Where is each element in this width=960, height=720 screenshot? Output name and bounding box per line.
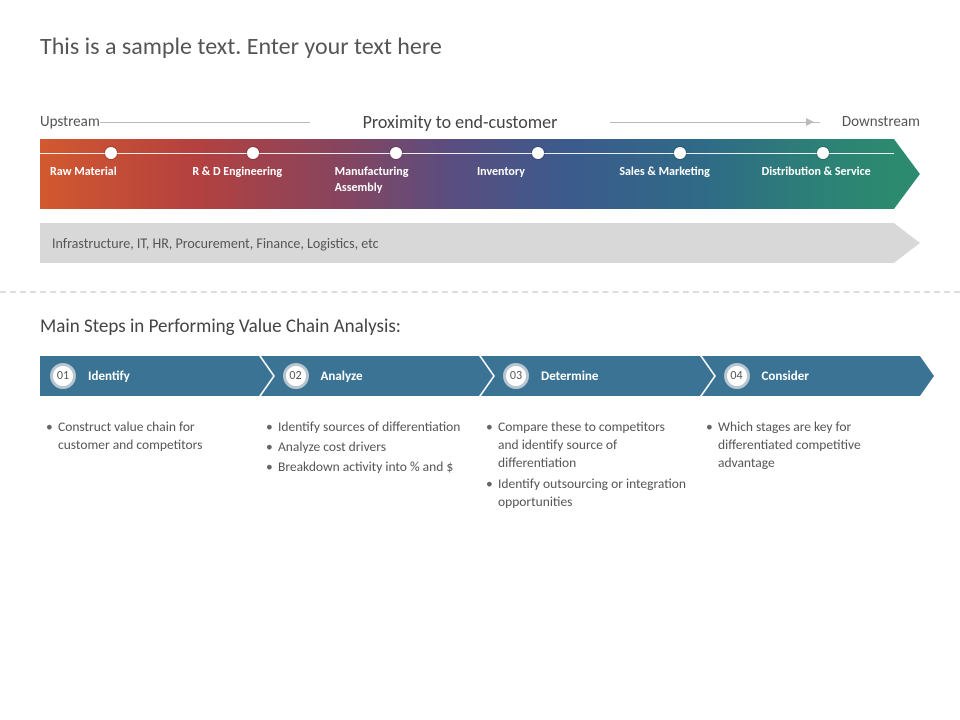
dot-icon — [105, 147, 117, 159]
list-item: Analyze cost drivers — [264, 438, 466, 456]
step-label: Analyze — [321, 369, 363, 384]
proximity-center-label: Proximity to end-customer — [110, 111, 810, 133]
list-item: Compare these to competitors and identif… — [484, 418, 686, 473]
dot-icon — [390, 147, 402, 159]
support-functions-label: Infrastructure, IT, HR, Procurement, Fin… — [40, 223, 894, 263]
steps-row: 01 Identify 02 Analyze 03 Determine 04 C… — [40, 356, 920, 396]
dot-icon — [674, 147, 686, 159]
list-item: Identify sources of differentiation — [264, 418, 466, 436]
step-consider: 04 Consider — [702, 356, 921, 396]
chain-item-raw-material: Raw Material — [40, 139, 182, 209]
step-identify: 01 Identify — [40, 356, 259, 396]
steps-detail-columns: Construct value chain for customer and c… — [40, 418, 920, 513]
step-label: Determine — [541, 369, 598, 384]
dot-icon — [817, 147, 829, 159]
proximity-downstream-label: Downstream — [810, 113, 920, 131]
step-analyze-details: Identify sources of differentiation Anal… — [260, 418, 480, 513]
chain-item-label: Raw Material — [50, 165, 117, 179]
list-item: Breakdown activity into % and $ — [264, 458, 466, 476]
chain-item-label: Manufacturing Assembly — [335, 165, 409, 195]
dot-icon — [247, 147, 259, 159]
step-number-badge: 04 — [724, 363, 750, 389]
step-determine-details: Compare these to competitors and identif… — [480, 418, 700, 513]
chevron-right-icon — [894, 223, 920, 263]
chain-item-label: R & D Engineering — [192, 165, 282, 179]
chevron-right-icon — [894, 139, 920, 209]
chain-item-manufacturing: Manufacturing Assembly — [325, 139, 467, 209]
value-chain-items: Raw Material R & D Engineering Manufactu… — [40, 139, 894, 209]
list-item: Which stages are key for differentiated … — [704, 418, 906, 473]
chain-item-distribution: Distribution & Service — [752, 139, 894, 209]
list-item: Identify outsourcing or integration oppo… — [484, 475, 686, 511]
step-number-badge: 02 — [283, 363, 309, 389]
page-title: This is a sample text. Enter your text h… — [0, 0, 960, 61]
chain-item-rd-engineering: R & D Engineering — [182, 139, 324, 209]
step-number-badge: 01 — [50, 363, 76, 389]
chain-item-label: Inventory — [477, 165, 525, 179]
step-analyze: 02 Analyze — [261, 356, 480, 396]
step-label: Identify — [88, 369, 130, 384]
section-subtitle: Main Steps in Performing Value Chain Ana… — [40, 315, 920, 338]
step-number-badge: 03 — [503, 363, 529, 389]
list-item: Construct value chain for customer and c… — [44, 418, 246, 454]
step-determine: 03 Determine — [481, 356, 700, 396]
chain-item-label: Sales & Marketing — [619, 165, 709, 179]
proximity-header: Upstream Proximity to end-customer Downs… — [40, 111, 920, 133]
value-chain-arrow: Raw Material R & D Engineering Manufactu… — [40, 139, 920, 209]
step-consider-details: Which stages are key for differentiated … — [700, 418, 920, 513]
support-functions-bar: Infrastructure, IT, HR, Procurement, Fin… — [40, 223, 920, 263]
dot-icon — [532, 147, 544, 159]
step-identify-details: Construct value chain for customer and c… — [40, 418, 260, 513]
section-divider — [0, 291, 960, 293]
step-label: Consider — [762, 369, 809, 384]
chain-item-sales-marketing: Sales & Marketing — [609, 139, 751, 209]
chain-item-label: Distribution & Service — [762, 165, 871, 179]
chain-item-inventory: Inventory — [467, 139, 609, 209]
